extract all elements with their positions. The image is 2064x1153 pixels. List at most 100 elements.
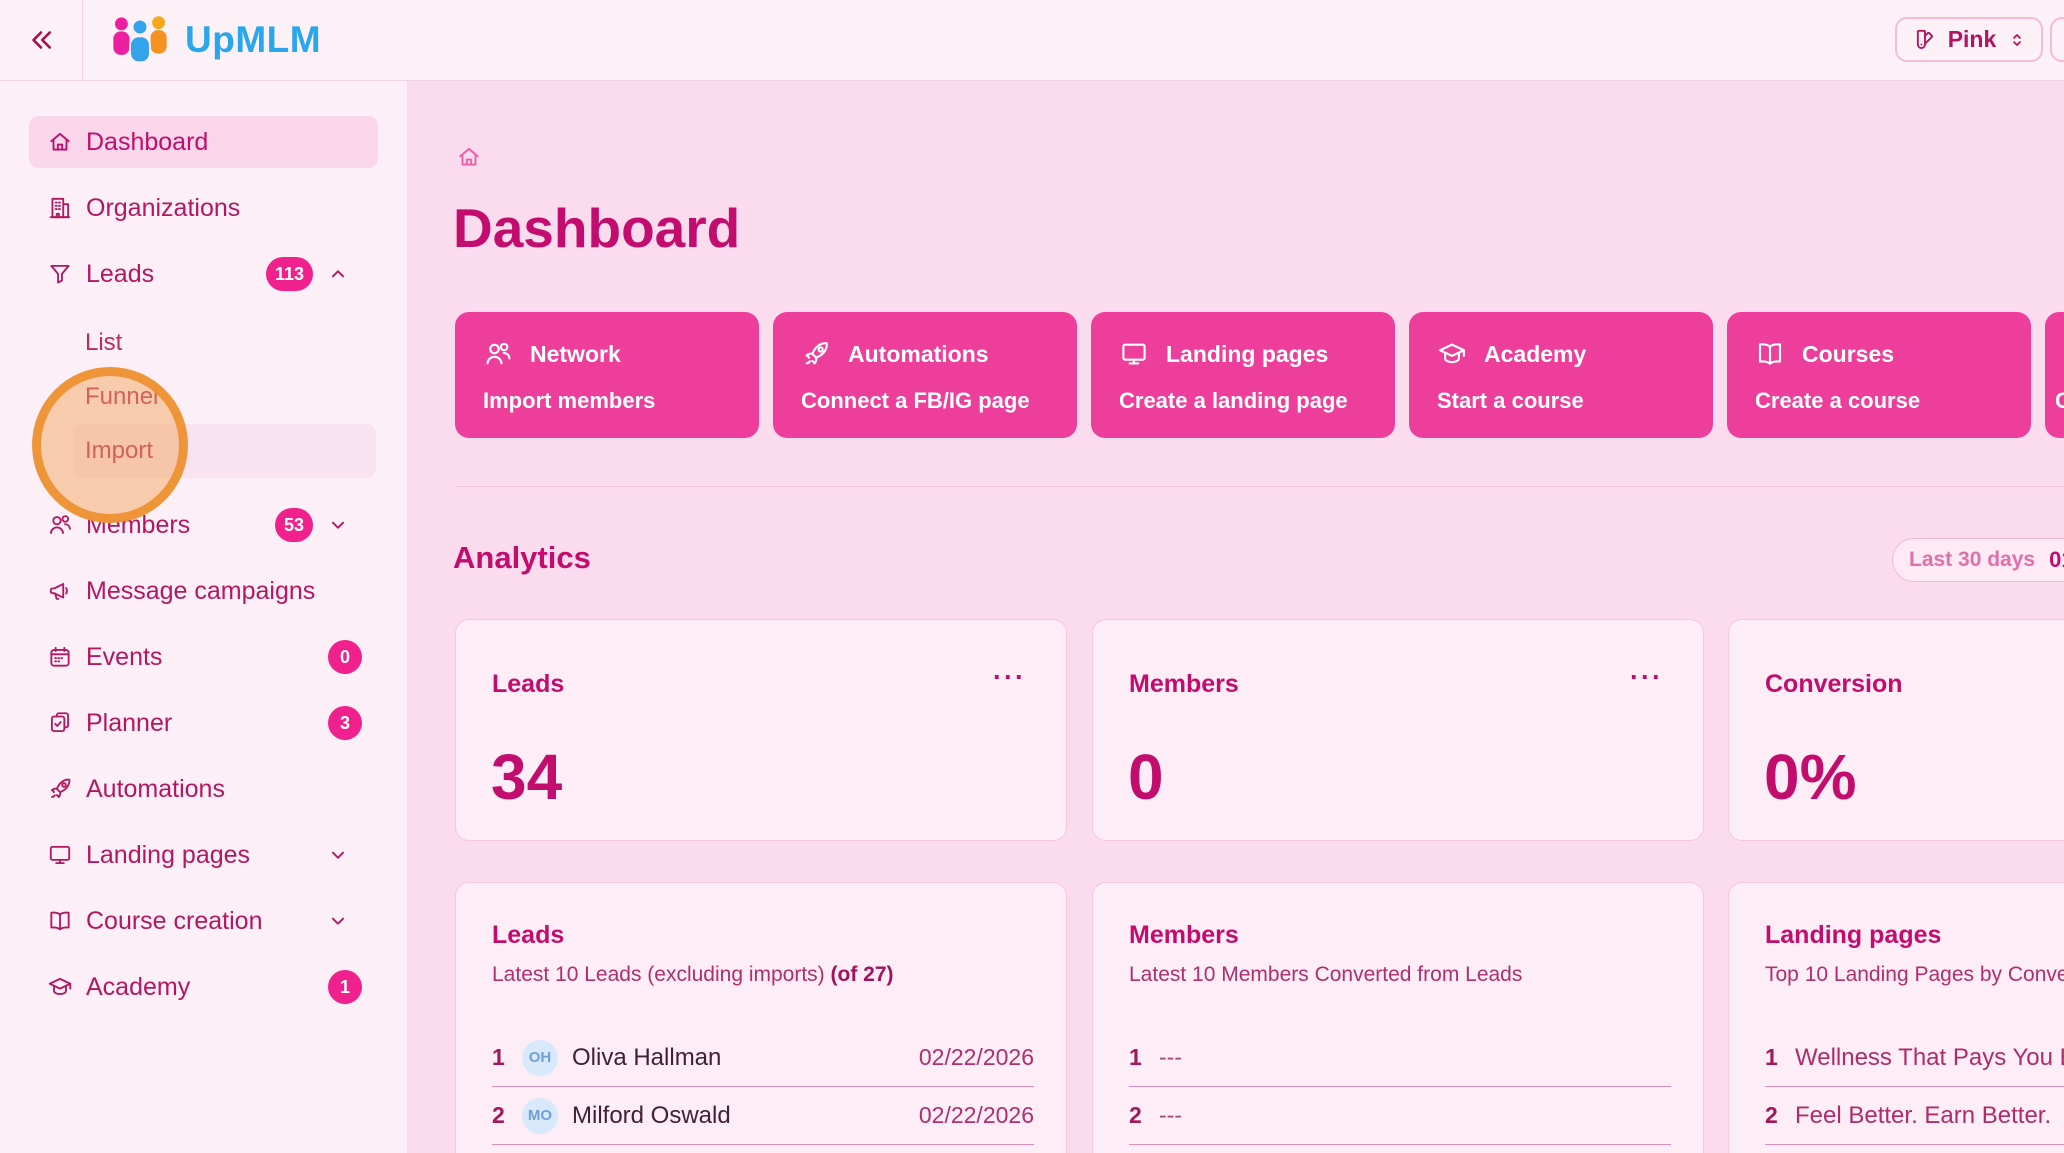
stat-value: 0% (1764, 740, 1857, 814)
book-icon (1755, 339, 1785, 369)
list-card-landing-pages: Landing pages Top 10 Landing Pages by Co… (1728, 882, 2064, 1153)
quick-action-title: Courses (1802, 341, 1894, 368)
palette-icon (1911, 27, 1937, 53)
avatar: OH (522, 1040, 558, 1076)
sidebar-subitem-import[interactable]: Import (73, 424, 376, 478)
sidebar-item-course-creation[interactable]: Course creation (29, 895, 378, 947)
app-window: UpMLM Pink Dashboard Organizations Leads… (0, 0, 2064, 1153)
quick-action-subtitle: Create a course (1755, 388, 1920, 414)
quick-action-subtitle: Create a landing page (1119, 388, 1348, 414)
sidebar-item-landing-pages[interactable]: Landing pages (29, 829, 378, 881)
page-title: Dashboard (453, 196, 740, 260)
people-icon (483, 339, 513, 369)
sidebar-item-label: Course creation (86, 907, 262, 936)
sidebar-subitem-funnel[interactable]: Funnel (73, 370, 376, 424)
avatar: MO (522, 1098, 558, 1134)
quick-action-title: Automations (848, 341, 989, 368)
row-number: 2 (1129, 1102, 1149, 1129)
lead-row[interactable]: 1 OH Oliva Hallman 02/22/2026 (492, 1029, 1034, 1087)
sidebar-item-automations[interactable]: Automations (29, 763, 378, 815)
quick-action-academy[interactable]: Academy Start a course (1409, 312, 1713, 438)
lead-name: Oliva Hallman (572, 1044, 721, 1072)
card-menu-button[interactable]: ··· (993, 664, 1026, 691)
date-range-selector[interactable]: Last 30 days 01/2 (1892, 538, 2064, 582)
graduation-cap-icon (1437, 339, 1467, 369)
quick-action-title: Landing pages (1166, 341, 1328, 368)
lead-date: 02/22/2026 (919, 1044, 1034, 1071)
planner-count-badge: 3 (328, 706, 362, 740)
row-number: 2 (492, 1102, 512, 1129)
sidebar-item-academy[interactable]: Academy 1 (29, 961, 378, 1013)
sidebar: Dashboard Organizations Leads 113 List F… (0, 80, 408, 1153)
sidebar-item-label: Members (86, 511, 190, 540)
chevron-down-icon (327, 514, 349, 536)
topbar: UpMLM Pink (0, 0, 2064, 81)
landing-page-name: Feel Better. Earn Better. (1795, 1102, 2051, 1130)
monitor-icon (1119, 339, 1149, 369)
quick-action-subtitle: Start a course (1437, 388, 1584, 414)
graduation-cap-icon (47, 974, 73, 1000)
theme-selector-label: Pink (1948, 26, 1997, 53)
theme-selector-button[interactable]: Pink (1895, 17, 2043, 62)
sidebar-item-label: Organizations (86, 194, 240, 223)
row-number: 1 (492, 1044, 512, 1071)
sidebar-item-dashboard[interactable]: Dashboard (29, 116, 378, 168)
calendar-icon (47, 644, 73, 670)
member-row: 1 --- (1129, 1029, 1671, 1087)
empty-value: --- (1159, 1102, 1182, 1129)
quick-action-network[interactable]: Network Import members (455, 312, 759, 438)
sidebar-item-label: Leads (86, 260, 154, 289)
chevron-down-icon (327, 910, 349, 932)
chevron-down-icon (327, 844, 349, 866)
quick-action-courses[interactable]: Courses Create a course (1727, 312, 2031, 438)
row-number: 1 (1129, 1044, 1149, 1071)
quick-action-subtitle: C (2055, 388, 2064, 414)
list-card-subtitle: Top 10 Landing Pages by Convers (1765, 963, 2064, 987)
brand-logo[interactable]: UpMLM (109, 13, 321, 67)
empty-value: --- (1159, 1044, 1182, 1071)
sidebar-item-events[interactable]: Events 0 (29, 631, 378, 683)
sidebar-collapse-button[interactable] (0, 0, 83, 80)
stat-value: 0 (1128, 740, 1164, 814)
upmlm-logo-icon (109, 13, 171, 67)
stat-card-leads: Leads ··· 34 (455, 619, 1067, 841)
funnel-icon (47, 261, 73, 287)
breadcrumb-home-icon[interactable] (456, 144, 482, 175)
topbar-edge-button[interactable] (2050, 17, 2064, 62)
stat-card-conversion: Conversion ··· 0% (1728, 619, 2064, 841)
leads-submenu: List Funnel Import (0, 316, 407, 478)
sidebar-item-label: Automations (86, 775, 225, 804)
up-down-chevrons-icon (2007, 30, 2027, 50)
book-icon (47, 908, 73, 934)
sidebar-item-label: Landing pages (86, 841, 250, 870)
stat-label: Conversion (1765, 670, 1903, 699)
stat-value: 34 (491, 740, 562, 814)
list-card-subtitle: Latest 10 Members Converted from Leads (1129, 963, 1522, 987)
double-chevron-left-icon (26, 25, 56, 55)
quick-action-title: Academy (1484, 341, 1586, 368)
date-range-value: 01/2 (2049, 547, 2064, 573)
quick-action-partial[interactable]: C (2045, 312, 2064, 438)
row-number: 2 (1765, 1102, 1785, 1129)
main-content: Dashboard Network Import members Automat… (408, 80, 2064, 1153)
sidebar-item-message-campaigns[interactable]: Message campaigns (29, 565, 378, 617)
sidebar-item-members[interactable]: Members 53 (29, 499, 378, 551)
list-card-members: Members Latest 10 Members Converted from… (1092, 882, 1704, 1153)
quick-action-landing-pages[interactable]: Landing pages Create a landing page (1091, 312, 1395, 438)
monitor-icon (47, 842, 73, 868)
landing-page-row[interactable]: 2 Feel Better. Earn Better. (1765, 1087, 2064, 1145)
analytics-heading: Analytics (453, 540, 591, 576)
lead-row[interactable]: 2 MO Milford Oswald 02/22/2026 (492, 1087, 1034, 1145)
quick-action-automations[interactable]: Automations Connect a FB/IG page (773, 312, 1077, 438)
sidebar-subitem-list[interactable]: List (73, 316, 376, 370)
stat-label: Leads (492, 670, 564, 699)
card-menu-button[interactable]: ··· (1630, 664, 1663, 691)
sidebar-item-leads[interactable]: Leads 113 (29, 248, 378, 300)
sidebar-item-planner[interactable]: Planner 3 (29, 697, 378, 749)
stat-card-members: Members ··· 0 (1092, 619, 1704, 841)
landing-page-row[interactable]: 1 Wellness That Pays You Back (1765, 1029, 2064, 1087)
quick-action-subtitle: Connect a FB/IG page (801, 388, 1030, 414)
events-count-badge: 0 (328, 640, 362, 674)
sidebar-item-organizations[interactable]: Organizations (29, 182, 378, 234)
list-card-title: Members (1129, 921, 1239, 950)
